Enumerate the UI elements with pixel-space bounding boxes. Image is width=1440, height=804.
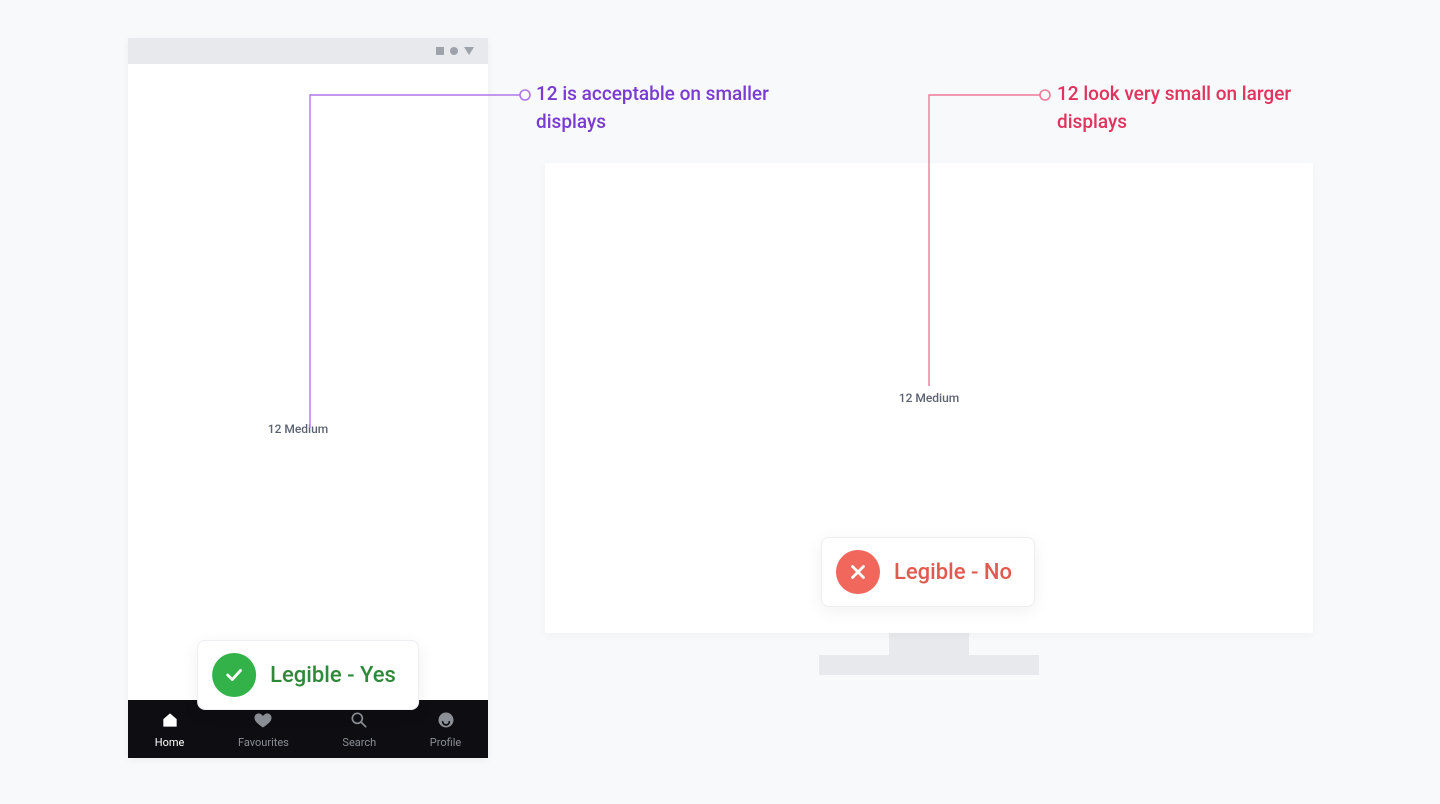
heart-icon (253, 710, 273, 734)
tab-favourites[interactable]: Favourites (238, 710, 289, 749)
check-icon (212, 653, 256, 697)
tab-label: Favourites (238, 736, 289, 749)
circle-icon (450, 47, 458, 55)
monitor-stand-base (819, 655, 1039, 675)
diagram-stage: 12 Medium Home Favourites Search (0, 0, 1440, 800)
annotation-good: 12 is acceptable on smaller displays (536, 80, 796, 135)
phone-status-icons (128, 38, 488, 64)
annotation-bad: 12 look very small on larger displays (1057, 80, 1317, 135)
tab-profile[interactable]: Profile (430, 710, 461, 749)
sample-text: 12 Medium (268, 422, 329, 436)
legible-no-badge: Legible - No (821, 537, 1035, 607)
sample-text: 12 Medium (899, 391, 960, 405)
legible-no-label: Legible - No (894, 560, 1012, 585)
profile-icon (436, 710, 456, 734)
tab-label: Search (342, 736, 376, 749)
home-icon (160, 710, 180, 734)
close-icon (836, 550, 880, 594)
triangle-down-icon (464, 47, 474, 55)
monitor-stand-neck (889, 633, 969, 655)
tab-label: Home (155, 736, 185, 749)
tab-label: Profile (430, 736, 461, 749)
legible-yes-badge: Legible - Yes (197, 640, 419, 710)
tab-home[interactable]: Home (155, 710, 185, 749)
legible-yes-label: Legible - Yes (270, 663, 396, 688)
tab-search[interactable]: Search (342, 710, 376, 749)
search-icon (349, 710, 369, 734)
square-icon (436, 47, 444, 55)
phone-screen: 12 Medium (128, 64, 488, 700)
